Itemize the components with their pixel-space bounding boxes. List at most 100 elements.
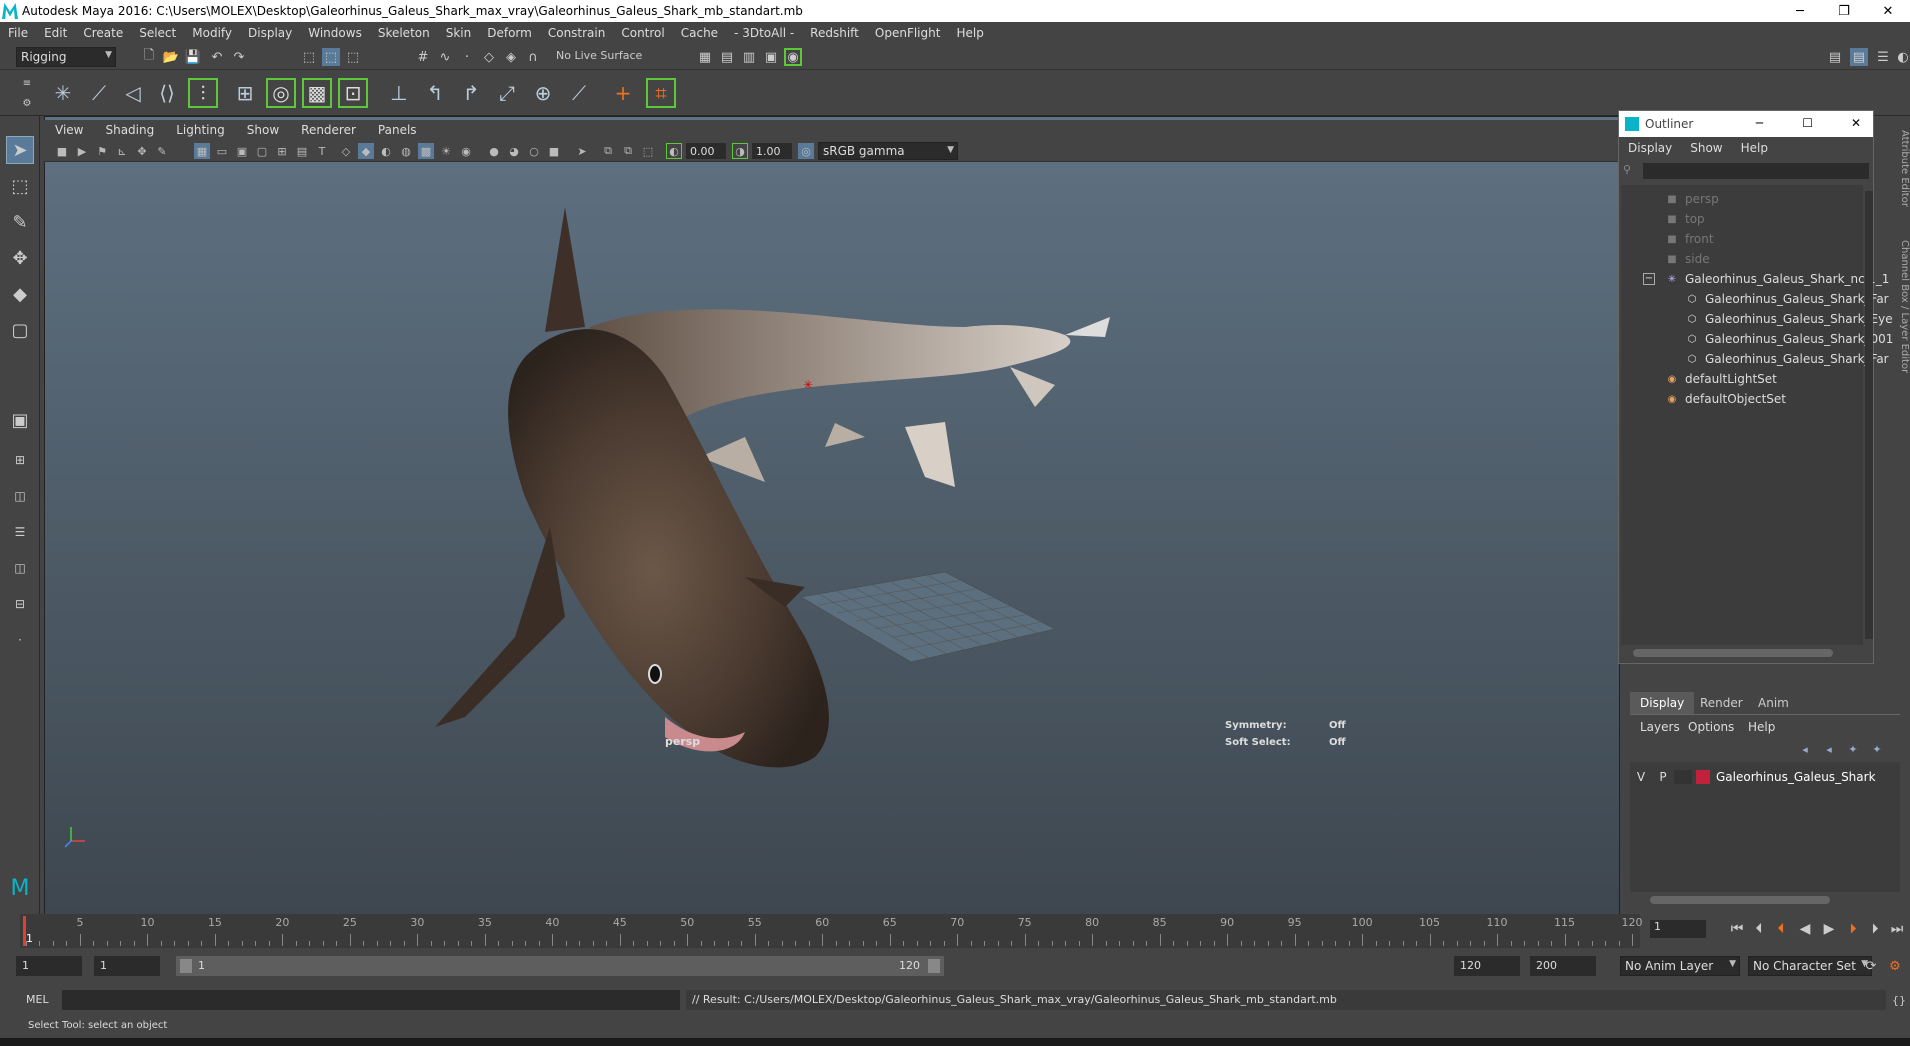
wireframe-on-shaded-icon[interactable]: ◐: [378, 143, 394, 159]
image-plane-icon[interactable]: ⊾: [114, 143, 130, 159]
outliner-layout-icon[interactable]: ◫: [6, 554, 34, 582]
attribute-editor-toggle-icon[interactable]: ☰: [1874, 48, 1892, 66]
viewport-3d[interactable]: ✳ persp Symmetry: Off Soft Select: Off: [44, 116, 1620, 916]
tool-settings-toggle-icon[interactable]: ◐: [1894, 48, 1910, 66]
tab-render[interactable]: Render: [1690, 692, 1753, 714]
range-end-handle[interactable]: [928, 959, 940, 973]
channel-box-toggle-icon[interactable]: ▤: [1850, 48, 1868, 66]
outliner-search-input[interactable]: [1643, 163, 1869, 179]
vp-menu-shading[interactable]: Shading: [94, 123, 165, 137]
grease-pencil-icon[interactable]: ✎: [154, 143, 170, 159]
outliner-filter-icon[interactable]: ⚲: [1623, 163, 1639, 179]
exposure-icon[interactable]: ◐: [666, 143, 682, 159]
maya-home-icon[interactable]: M: [6, 874, 34, 902]
outliner-close-button[interactable]: ✕: [1851, 116, 1861, 130]
snap-point-icon[interactable]: ·: [458, 48, 476, 66]
menu-skeleton[interactable]: Skeleton: [370, 26, 438, 40]
anim-layer-dropdown[interactable]: No Anim Layer ▼: [1620, 956, 1740, 976]
menu-openflight[interactable]: OpenFlight: [867, 26, 949, 40]
menu-display[interactable]: Display: [240, 26, 300, 40]
wireframe-icon[interactable]: ◇: [338, 143, 354, 159]
scale-constraint-icon[interactable]: ⤢: [492, 78, 522, 108]
gamma-icon[interactable]: ◑: [732, 143, 748, 159]
color-space-dropdown[interactable]: sRGB gamma ▼: [818, 142, 958, 160]
outliner-item[interactable]: ⬡ Galeorhinus_Galeus_Shark_001: [1685, 329, 1894, 349]
step-back-frame-icon[interactable]: ⏴: [1772, 920, 1790, 938]
command-input[interactable]: [62, 990, 680, 1010]
step-forward-frame-icon[interactable]: ⏵: [1844, 920, 1862, 938]
outliner-menu-help[interactable]: Help: [1732, 141, 1777, 155]
outliner-item[interactable]: ◉ defaultLightSet: [1665, 369, 1777, 389]
outliner-item[interactable]: ■ top: [1665, 209, 1704, 229]
layer-menu-options[interactable]: Options: [1688, 720, 1734, 734]
range-slider[interactable]: 1 120: [176, 956, 944, 976]
vp-menu-lighting[interactable]: Lighting: [165, 123, 236, 137]
minimize-button[interactable]: ─: [1778, 0, 1822, 22]
go-to-end-icon[interactable]: ⏭: [1888, 920, 1906, 938]
aim-constraint-icon[interactable]: ↰: [420, 78, 450, 108]
gamma-field[interactable]: 1.00: [752, 143, 792, 159]
blendshape-icon[interactable]: ⊡: [338, 78, 368, 108]
field-chart-icon[interactable]: ⊞: [274, 143, 290, 159]
open-scene-icon[interactable]: 📂: [162, 48, 180, 66]
resolution-gate-icon[interactable]: ▣: [234, 143, 250, 159]
current-frame-field[interactable]: 1: [1650, 920, 1706, 938]
smooth-shade-icon[interactable]: ◆: [358, 143, 374, 159]
locator-icon[interactable]: +: [608, 78, 638, 108]
paint-weights-icon[interactable]: ⫶: [188, 78, 218, 108]
range-start-handle[interactable]: [180, 959, 192, 973]
playhead[interactable]: [23, 916, 26, 946]
film-gate-icon[interactable]: ▭: [214, 143, 230, 159]
safe-title-icon[interactable]: T: [314, 143, 330, 159]
xray-active-icon[interactable]: ⧉: [620, 143, 636, 159]
animation-prefs-icon[interactable]: ⚙: [1886, 957, 1904, 975]
redo-icon[interactable]: ↷: [230, 48, 248, 66]
save-scene-icon[interactable]: 💾: [184, 48, 202, 66]
menu-skin[interactable]: Skin: [438, 26, 480, 40]
channel-box-side-tab[interactable]: Channel Box / Layer Editor: [1900, 240, 1910, 440]
graph-layout-icon[interactable]: ☰: [6, 518, 34, 546]
cluster-icon[interactable]: ◎: [266, 78, 296, 108]
snap-curve-icon[interactable]: ∿: [436, 48, 454, 66]
menu-set-dropdown[interactable]: Rigging ▼: [16, 47, 116, 67]
xray-joints-icon[interactable]: ⧉: [600, 143, 616, 159]
close-button[interactable]: ✕: [1866, 0, 1910, 22]
menu-edit[interactable]: Edit: [36, 26, 75, 40]
restore-button[interactable]: ❐: [1822, 0, 1866, 22]
hypershade-icon[interactable]: ◉: [784, 48, 802, 66]
safe-action-icon[interactable]: ▤: [294, 143, 310, 159]
rotate-tool-icon[interactable]: ◆: [6, 280, 34, 308]
new-layer-icon[interactable]: ✦: [1844, 740, 1862, 758]
menu-control[interactable]: Control: [613, 26, 672, 40]
shadows-icon[interactable]: ◉: [458, 143, 474, 159]
layer-menu-layers[interactable]: Layers: [1640, 720, 1680, 734]
outliner-horizontal-scrollbar[interactable]: [1633, 649, 1833, 657]
lasso-tool-icon[interactable]: ⬚: [6, 172, 34, 200]
ik-handle-icon[interactable]: ⟋: [84, 78, 114, 108]
layout-icon[interactable]: ▤: [1826, 48, 1844, 66]
anti-aliasing-icon[interactable]: ○: [526, 143, 542, 159]
layer-row[interactable]: V P Galeorhinus_Galeus_Shark: [1630, 766, 1900, 788]
scale-tool-icon[interactable]: ▢: [6, 316, 34, 344]
select-component-icon[interactable]: ⬚: [344, 48, 362, 66]
auto-key-icon[interactable]: ⟳: [1862, 957, 1880, 975]
depth-of-field-icon[interactable]: ■: [546, 143, 562, 159]
vp-menu-panels[interactable]: Panels: [367, 123, 428, 137]
outliner-vertical-scrollbar[interactable]: [1865, 191, 1873, 639]
xray-icon[interactable]: ◍: [398, 143, 414, 159]
ik-spline-icon[interactable]: ◁: [118, 78, 148, 108]
go-to-start-icon[interactable]: ⏮: [1728, 920, 1746, 938]
layer-playback-toggle[interactable]: P: [1652, 770, 1674, 784]
animation-start-field[interactable]: 1: [16, 956, 82, 976]
outliner-minimize-button[interactable]: ─: [1756, 116, 1763, 130]
play-backward-icon[interactable]: ◀: [1796, 920, 1814, 938]
outliner-maximize-button[interactable]: ☐: [1802, 116, 1813, 130]
vp-menu-show[interactable]: Show: [236, 123, 290, 137]
step-forward-key-icon[interactable]: ⏵: [1866, 920, 1884, 938]
magnet-icon[interactable]: ∩: [524, 48, 542, 66]
gate-mask-icon[interactable]: ▢: [254, 143, 270, 159]
menu-constrain[interactable]: Constrain: [540, 26, 614, 40]
two-d-pan-icon[interactable]: ✥: [134, 143, 150, 159]
move-tool-icon[interactable]: ✥: [6, 244, 34, 272]
wrap-icon[interactable]: ▩: [302, 78, 332, 108]
